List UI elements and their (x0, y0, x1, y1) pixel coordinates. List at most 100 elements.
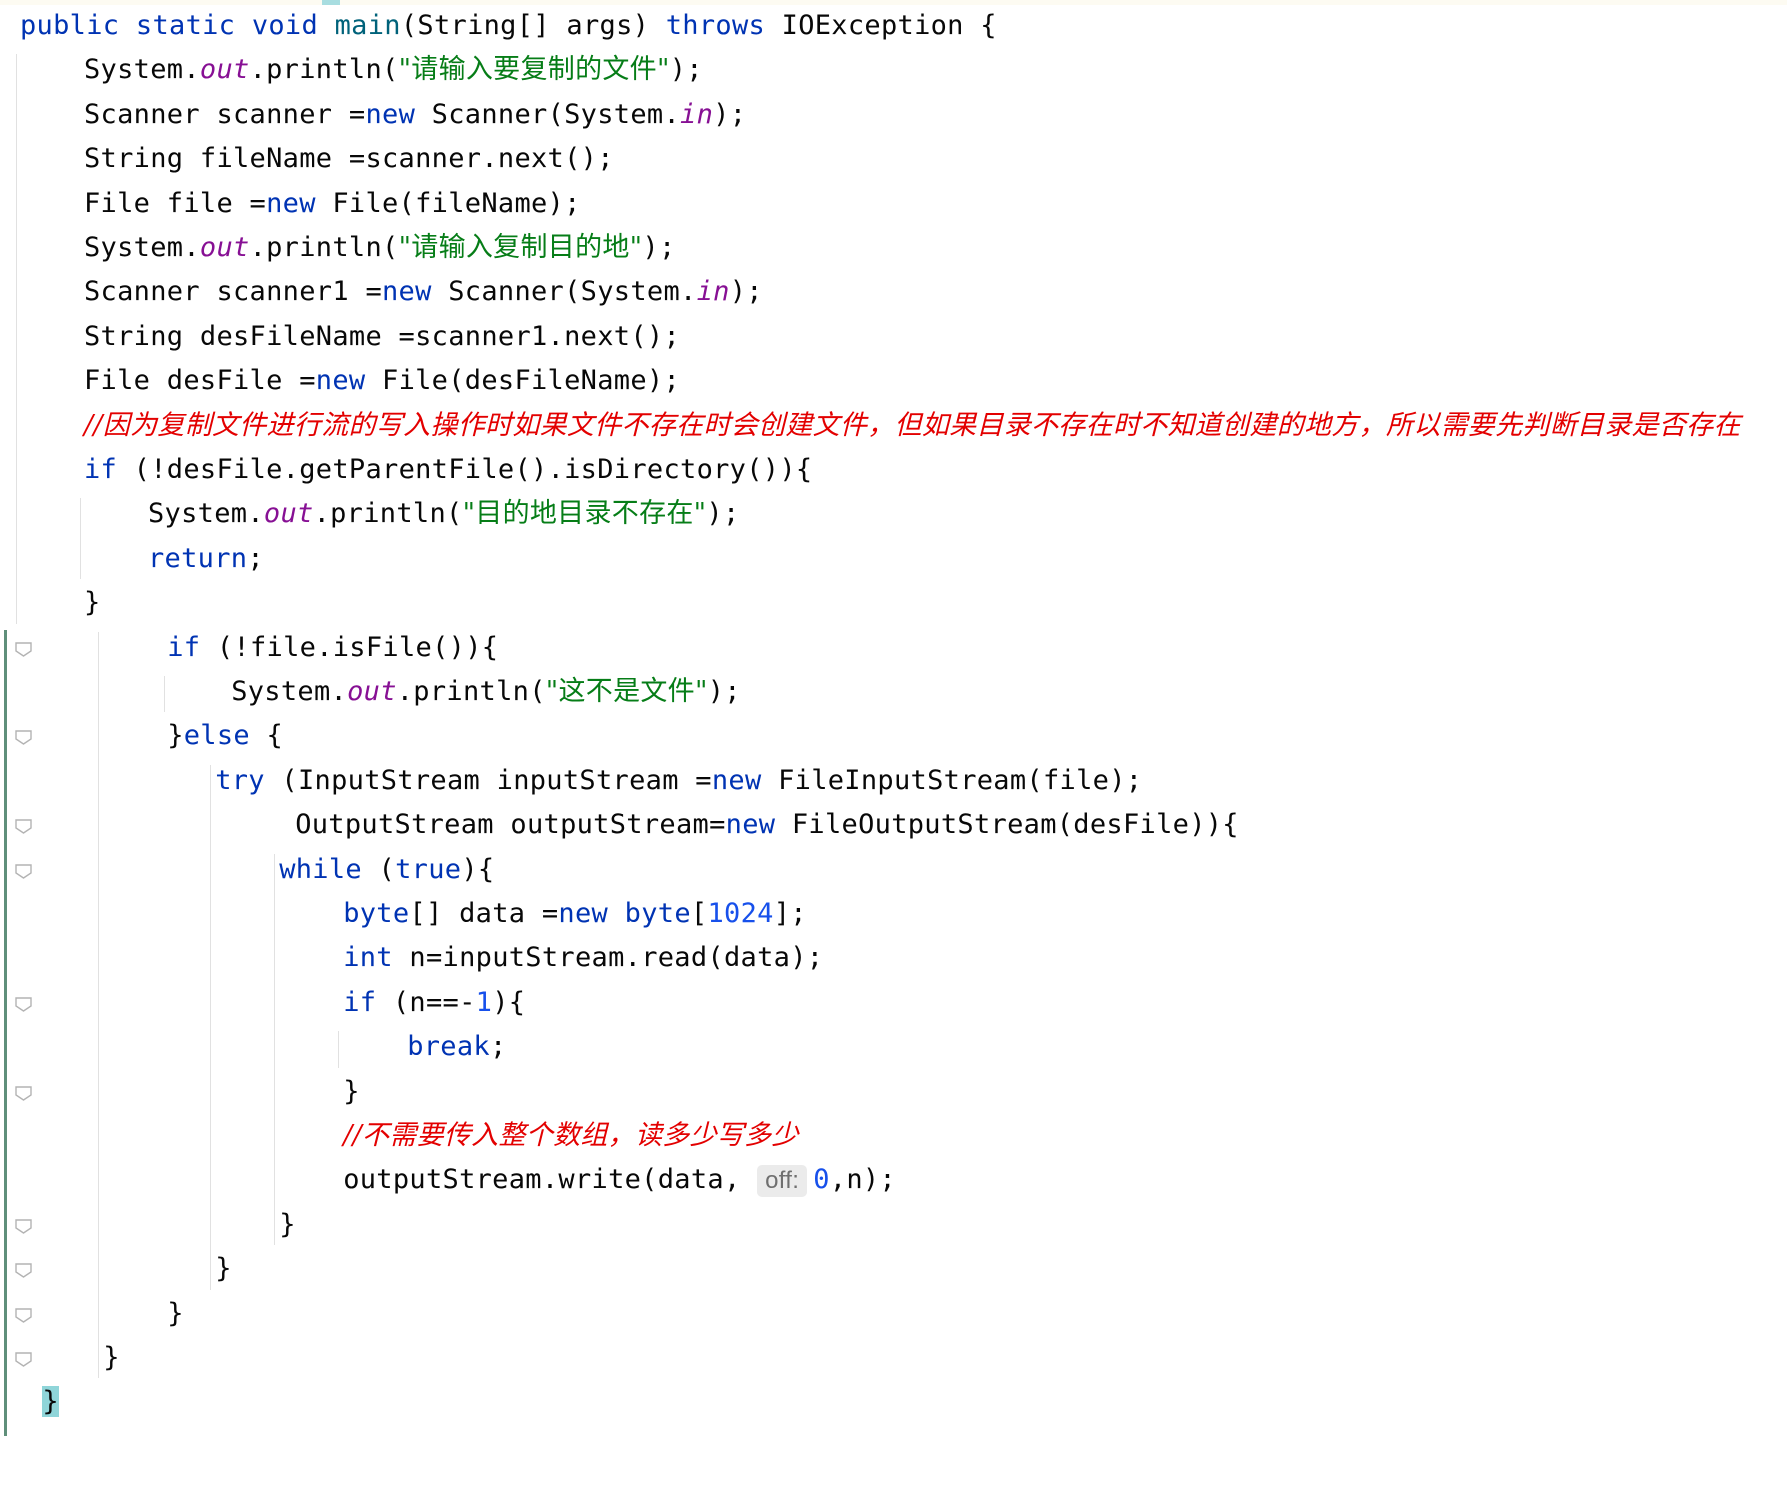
fold-toggle-icon[interactable] (14, 641, 33, 658)
fold-toggle-icon[interactable] (14, 1218, 33, 1235)
code-line[interactable]: } (84, 583, 101, 623)
code-line[interactable]: } (343, 1072, 360, 1112)
code-token: FileOutputStream(desFile)){ (775, 809, 1239, 841)
code-token: System. (84, 232, 200, 263)
fold-toggle-icon[interactable] (14, 818, 33, 835)
code-line[interactable]: //因为复制文件进行流的写入操作时如果文件不存在时会创建文件，但如果目录不存在时… (84, 406, 1741, 446)
code-token: out (347, 676, 397, 707)
code-token: out (199, 54, 250, 86)
code-token: ( (361, 853, 396, 885)
code-token: out (199, 232, 250, 263)
code-line[interactable]: } (103, 1338, 120, 1378)
code-token: File(fileName); (315, 187, 581, 219)
code-line[interactable]: outputStream.write(data, off: 0,n); (343, 1160, 896, 1200)
fold-toggle-icon[interactable] (14, 1307, 33, 1324)
code-token: in (696, 276, 730, 308)
code-line[interactable]: String desFileName =scanner1.next(); (84, 317, 680, 357)
code-token: ; (489, 1031, 507, 1063)
code-line[interactable]: File desFile =new File(desFileName); (84, 361, 680, 401)
code-token: else (183, 720, 250, 752)
code-line[interactable]: } (279, 1205, 296, 1245)
code-token: int (343, 942, 393, 974)
code-token: byte (343, 898, 410, 929)
code-token: main (334, 10, 401, 41)
code-token: "请输入复制目的地" (398, 232, 643, 263)
code-token: return (148, 542, 248, 574)
code-token: "目的地目录不存在" (462, 498, 707, 530)
code-line[interactable]: if (n==-1){ (343, 983, 525, 1023)
code-line[interactable]: try (InputStream inputStream =new FileIn… (215, 761, 1142, 801)
code-token: static (135, 10, 236, 41)
code-line[interactable]: Scanner scanner1 =new Scanner(System.in)… (84, 272, 763, 312)
code-token: IOException { (765, 10, 997, 41)
code-line[interactable]: if (!desFile.getParentFile().isDirectory… (84, 450, 812, 490)
code-line[interactable]: if (!file.isFile()){ (167, 628, 498, 668)
code-token: ; (247, 542, 264, 574)
fold-toggle-icon[interactable] (14, 1351, 33, 1368)
fold-toggle-shape (15, 1352, 32, 1367)
code-token: new (266, 187, 316, 219)
code-line[interactable]: OutputStream outputStream=new FileOutput… (295, 805, 1239, 845)
code-line[interactable]: //不需要传入整个数组，读多少写多少 (343, 1116, 799, 1156)
indent-guide-line (164, 676, 165, 713)
fold-toggle-icon[interactable] (14, 1085, 33, 1102)
code-token: while (279, 853, 362, 885)
code-line[interactable]: System.out.println("这不是文件"); (231, 672, 741, 712)
code-line[interactable]: System.out.println("目的地目录不存在"); (148, 494, 740, 534)
indent-guide-line (16, 54, 17, 624)
fold-toggle-shape (15, 1263, 32, 1279)
code-token: outputStream.write(data, (343, 1164, 758, 1196)
scroll-caret-marker (322, 0, 340, 5)
code-token: (InputStream inputStream = (264, 764, 712, 796)
fold-toggle-icon[interactable] (14, 1262, 33, 1279)
code-token: } (279, 1208, 296, 1240)
code-token: Scanner(System. (415, 98, 681, 130)
code-token: { (249, 720, 284, 752)
code-token: new (365, 98, 416, 130)
code-line[interactable]: Scanner scanner =new Scanner(System.in); (84, 95, 746, 135)
code-line[interactable]: public static void main(String[] args) t… (20, 6, 997, 46)
code-line[interactable]: while (true){ (279, 850, 494, 890)
code-line[interactable]: String fileName =scanner.next(); (84, 139, 614, 179)
code-token: new (711, 764, 762, 796)
code-token: (!file.isFile()){ (200, 631, 499, 663)
code-line[interactable]: }else { (167, 716, 283, 756)
code-line[interactable]: } (42, 1382, 59, 1422)
fold-toggle-icon[interactable] (14, 996, 33, 1013)
code-token: new (558, 898, 609, 929)
code-token: void (251, 10, 319, 41)
code-line[interactable]: } (167, 1294, 184, 1334)
code-token: ); (729, 276, 763, 308)
code-token: ); (669, 54, 703, 86)
indent-guide-line (210, 764, 211, 1290)
code-token: throws (665, 10, 766, 41)
code-token: 1024 (707, 898, 774, 929)
code-token: "请输入要复制的文件" (398, 54, 670, 86)
fold-toggle-icon[interactable] (14, 729, 33, 746)
code-line[interactable]: int n=inputStream.read(data); (343, 938, 823, 978)
code-token: System. (148, 498, 264, 530)
code-line[interactable]: } (215, 1249, 232, 1289)
code-token: if (84, 454, 118, 485)
code-line[interactable]: break; (407, 1027, 506, 1067)
code-line[interactable]: byte[] data =new byte[1024]; (343, 894, 807, 934)
code-line[interactable]: return; (148, 539, 264, 579)
code-token: "这不是文件" (545, 676, 708, 707)
code-line[interactable]: System.out.println("请输入复制目的地"); (84, 228, 676, 268)
fold-toggle-shape (15, 1085, 32, 1101)
code-token: Scanner scanner = (84, 98, 366, 130)
fold-toggle-icon[interactable] (14, 863, 33, 880)
code-token: Scanner scanner1 = (84, 276, 382, 308)
code-token: .println( (249, 232, 399, 263)
editor-top-strip (0, 0, 1787, 5)
fold-toggle-shape (15, 863, 32, 879)
code-token: String fileName =scanner.next(); (84, 143, 614, 175)
matched-brace: } (42, 1386, 59, 1418)
code-token: .println( (396, 676, 546, 707)
fold-toggle-shape (15, 819, 32, 835)
code-line[interactable]: File file =new File(fileName); (84, 184, 581, 224)
code-line[interactable]: System.out.println("请输入要复制的文件"); (84, 50, 703, 90)
